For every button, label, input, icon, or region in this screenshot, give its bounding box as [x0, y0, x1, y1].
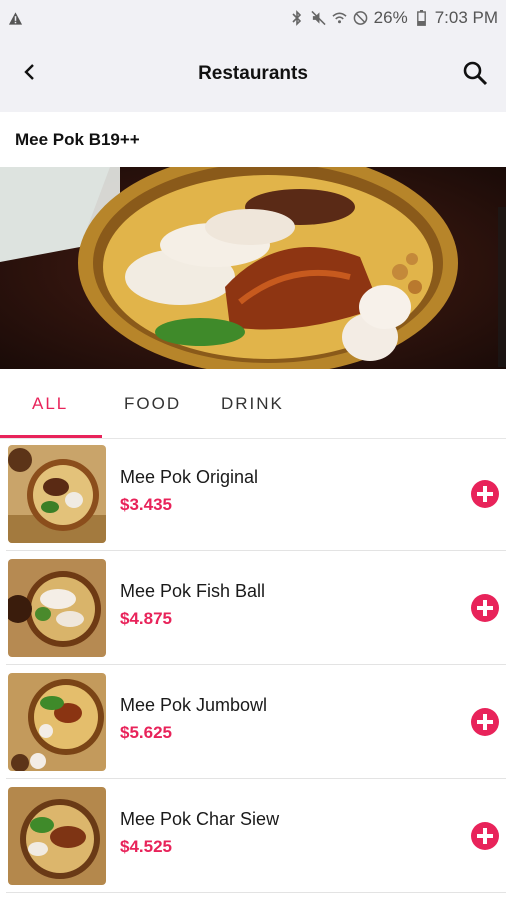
item-name: Mee Pok Fish Ball: [120, 581, 266, 601]
add-to-cart-icon[interactable]: [470, 479, 500, 509]
status-icons: 26% 7:03 PM: [290, 8, 498, 28]
item-price: $4.525: [120, 837, 172, 856]
restaurant-hero-image: [0, 167, 506, 369]
list-item[interactable]: Mee Pok Char Siew $4.525: [0, 779, 506, 893]
item-price: $5.625: [120, 723, 172, 742]
wifi-icon: [332, 11, 347, 26]
battery-percent: 26%: [373, 8, 408, 27]
app-bar: Restaurants: [0, 36, 506, 112]
warning-icon: [8, 11, 23, 26]
add-to-cart-icon[interactable]: [470, 593, 500, 623]
category-tabs: ALL FOOD DRINK: [0, 370, 506, 439]
search-icon: [463, 61, 488, 86]
page-title: Restaurants: [198, 63, 308, 84]
battery-icon: [414, 10, 429, 26]
bluetooth-icon: [290, 10, 305, 26]
item-price: $3.435: [120, 495, 172, 514]
status-bar: 26% 7:03 PM: [0, 0, 506, 36]
divider: [6, 892, 506, 893]
restaurant-name: Mee Pok B19++: [15, 130, 140, 149]
list-item[interactable]: Mee Pok Fish Ball $4.875: [0, 551, 506, 665]
mute-icon: [311, 10, 326, 26]
add-to-cart-icon[interactable]: [470, 821, 500, 851]
food-thumbnail: [8, 559, 106, 657]
item-name: Mee Pok Original: [120, 467, 259, 487]
tab-all[interactable]: ALL: [32, 394, 68, 414]
food-thumbnail: [8, 787, 106, 885]
no-disturb-icon: [353, 11, 368, 26]
list-item[interactable]: Mee Pok Original $3.435: [0, 437, 506, 551]
food-thumbnail: [8, 445, 106, 543]
item-name: Mee Pok Jumbowl: [120, 695, 268, 715]
tab-drink[interactable]: DRINK: [221, 394, 284, 414]
item-name: Mee Pok Char Siew: [120, 809, 280, 829]
food-thumbnail: [8, 673, 106, 771]
add-to-cart-icon[interactable]: [470, 707, 500, 737]
search-button[interactable]: [458, 56, 492, 90]
tab-food[interactable]: FOOD: [124, 394, 181, 414]
status-time: 7:03 PM: [434, 8, 498, 27]
list-item[interactable]: Mee Pok Jumbowl $5.625: [0, 665, 506, 779]
item-price: $4.875: [120, 609, 172, 628]
